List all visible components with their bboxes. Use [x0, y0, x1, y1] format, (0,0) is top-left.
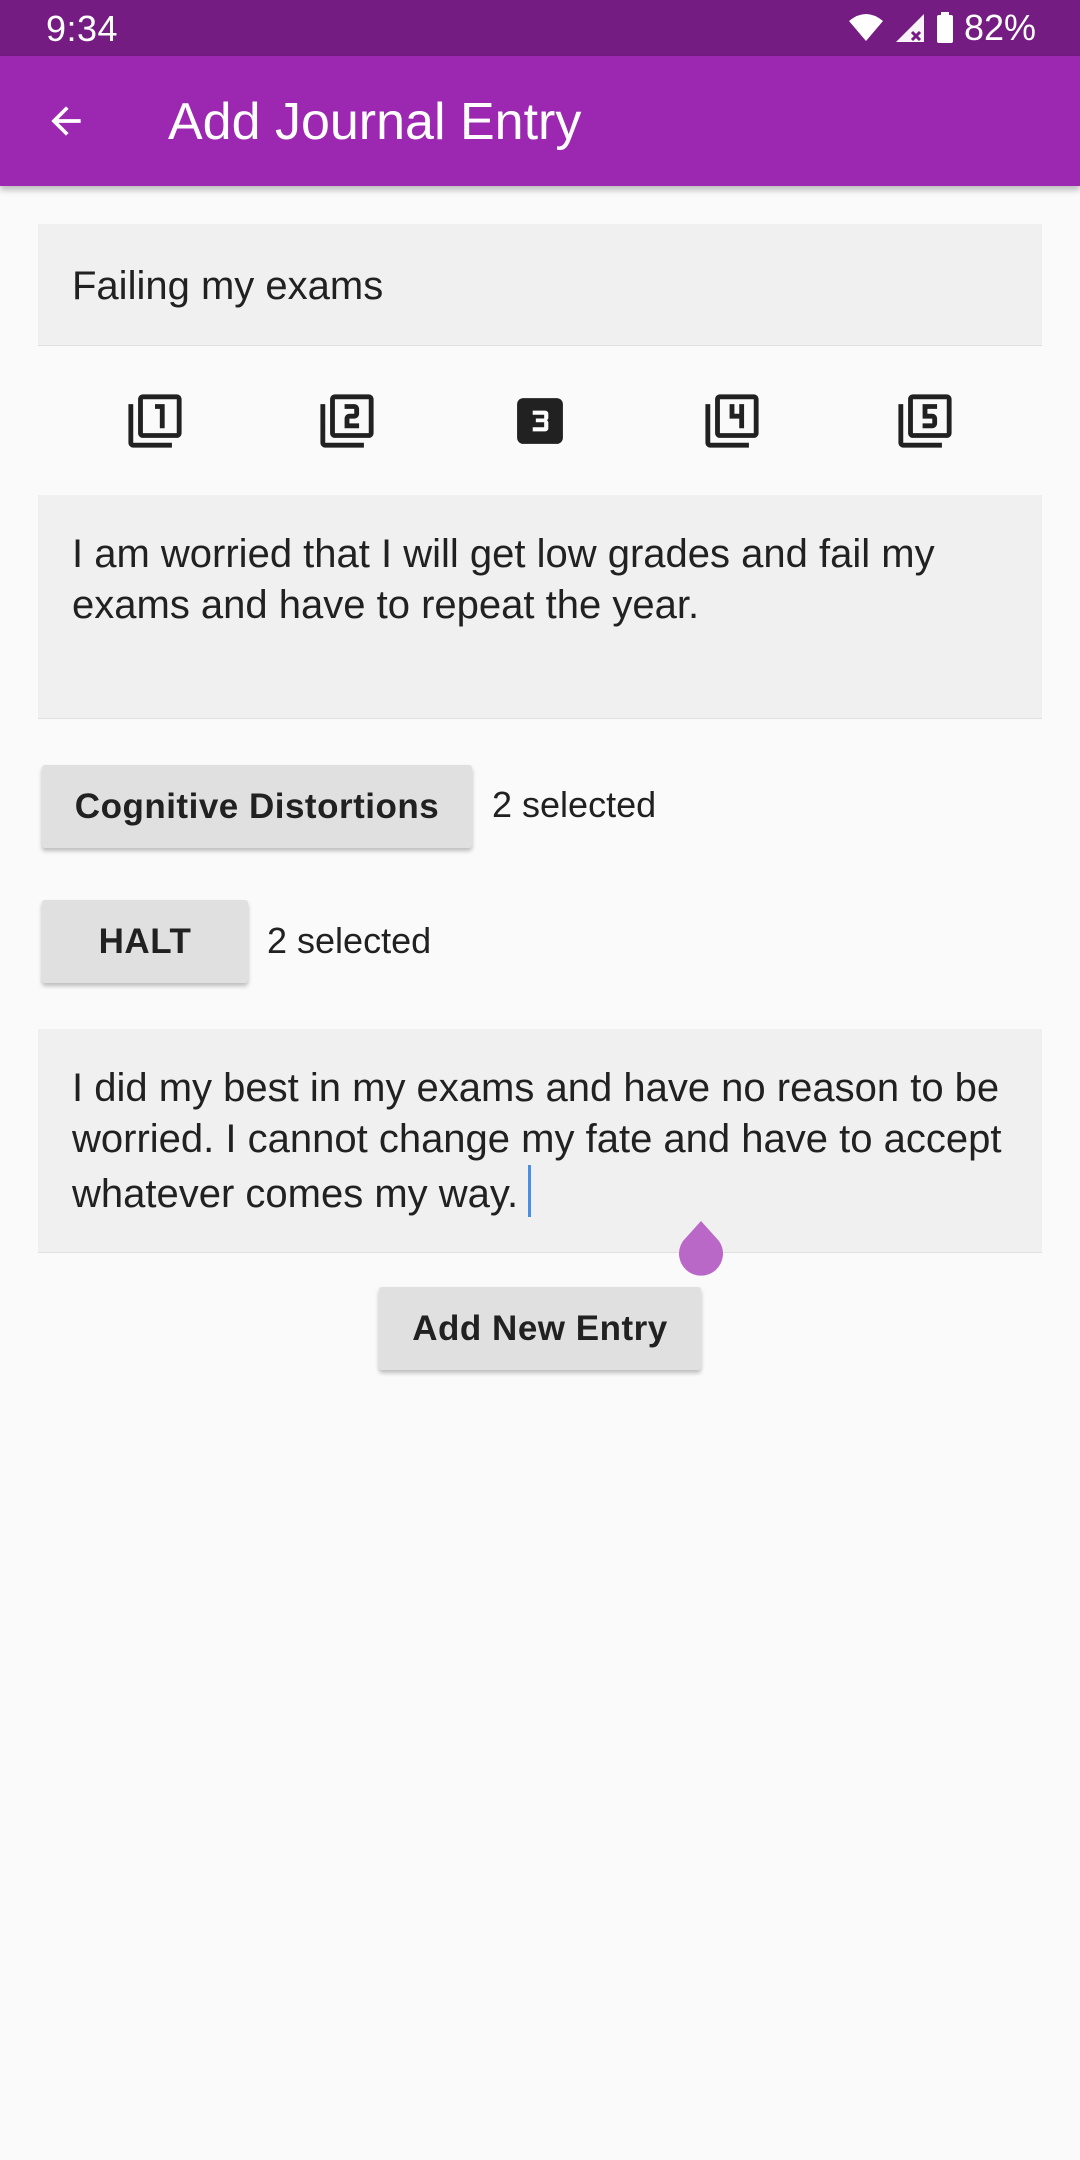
filter-4-icon — [705, 394, 759, 448]
filter-5-icon — [898, 394, 952, 448]
cursor-handle-icon[interactable] — [675, 1219, 727, 1279]
text-caret — [528, 1165, 532, 1217]
entry-response-field[interactable]: I did my best in my exams and have no re… — [38, 1029, 1042, 1253]
app-bar: Add Journal Entry — [0, 56, 1080, 186]
add-new-entry-label: Add New Entry — [412, 1308, 668, 1348]
rating-3-button[interactable] — [507, 388, 573, 454]
rating-2-button[interactable] — [314, 388, 380, 454]
entry-title-field[interactable]: Failing my exams — [38, 224, 1042, 346]
cognitive-distortions-label: Cognitive Distortions — [74, 786, 440, 826]
cognitive-distortions-count: 2 selected — [492, 784, 657, 825]
status-bar: 9:34 82% — [0, 0, 1080, 56]
entry-description-text: I am worried that I will get low grades … — [72, 532, 935, 627]
filter-1-icon — [128, 394, 182, 448]
looks-3-icon — [517, 398, 563, 444]
rating-1-button[interactable] — [122, 388, 188, 454]
halt-count: 2 selected — [267, 920, 432, 961]
rating-selector — [0, 388, 1080, 454]
entry-description-field[interactable]: I am worried that I will get low grades … — [38, 495, 1042, 719]
page-title: Add Journal Entry — [168, 93, 582, 151]
filter-2-icon — [320, 394, 374, 448]
halt-label: HALT — [98, 921, 192, 961]
battery-percent: 82% — [963, 7, 1036, 48]
signal-icon — [895, 14, 924, 42]
halt-button[interactable]: HALT — [42, 900, 248, 983]
cognitive-distortions-button[interactable]: Cognitive Distortions — [42, 765, 472, 848]
status-icons: 82% — [848, 7, 1036, 48]
wifi-icon — [848, 14, 883, 41]
battery-icon — [936, 12, 953, 43]
status-time: 9:34 — [46, 8, 119, 49]
arrow-back-icon — [51, 106, 81, 136]
back-button[interactable] — [38, 93, 94, 149]
entry-response-text: I did my best in my exams and have no re… — [72, 1066, 1002, 1216]
entry-title-text: Failing my exams — [72, 264, 384, 308]
rating-5-button[interactable] — [892, 388, 958, 454]
add-new-entry-button[interactable]: Add New Entry — [379, 1287, 701, 1370]
rating-4-button[interactable] — [699, 388, 765, 454]
